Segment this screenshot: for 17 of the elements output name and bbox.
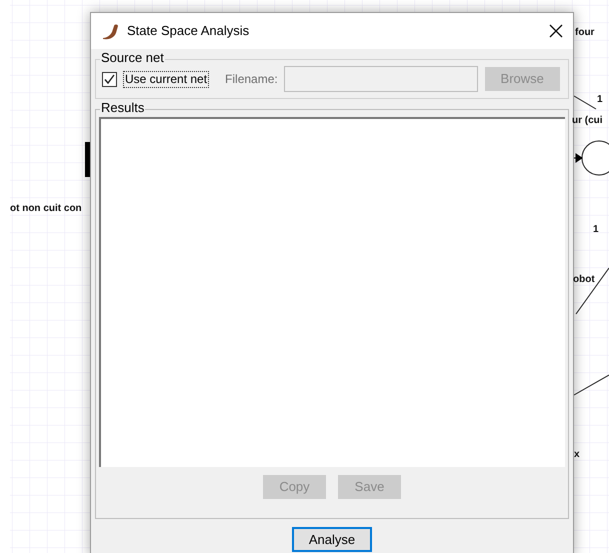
arc-line <box>574 374 609 396</box>
node-label: obot <box>573 274 595 286</box>
node-label: 1 <box>593 224 599 236</box>
node-label: ot non cuit con <box>10 203 82 215</box>
node-label: four <box>575 27 594 39</box>
analyse-button[interactable]: Analyse <box>292 527 372 552</box>
checkbox[interactable] <box>102 72 117 86</box>
filename-label: Filename: <box>225 71 278 88</box>
window-title: State Space Analysis <box>127 22 250 40</box>
node-label: x <box>574 449 580 461</box>
node-label: ur (cui <box>572 115 603 127</box>
arc-line <box>574 96 596 110</box>
close-icon[interactable] <box>549 24 563 38</box>
checkbox-label[interactable]: Use current net <box>123 70 210 88</box>
pipe-icon <box>101 22 119 40</box>
arc-arrow <box>574 154 583 162</box>
node-label: 1 <box>597 94 603 106</box>
